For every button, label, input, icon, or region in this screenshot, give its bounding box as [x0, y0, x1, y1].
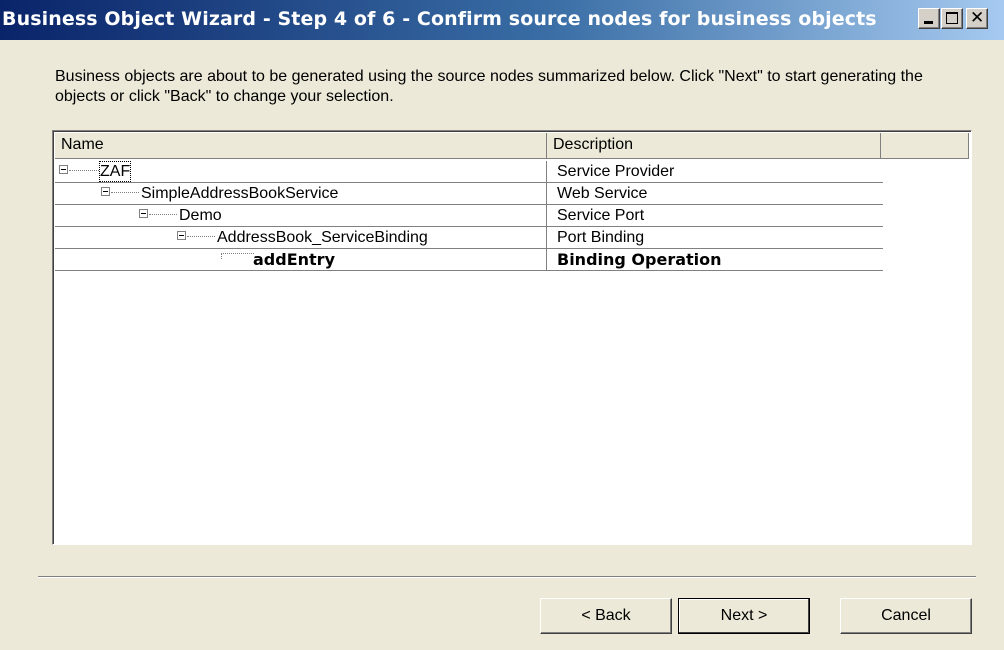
close-icon[interactable]: ✕ — [966, 8, 988, 29]
source-nodes-list[interactable]: Name Description ZAF Service Provider Si… — [52, 130, 972, 545]
intro-text: Business objects are about to be generat… — [55, 68, 923, 105]
collapse-icon[interactable] — [101, 187, 110, 196]
window-title: Business Object Wizard - Step 4 of 6 - C… — [2, 8, 877, 30]
tree-connector — [149, 214, 177, 215]
tree-row[interactable]: addEntry Binding Operation — [55, 249, 883, 271]
node-description: Web Service — [557, 185, 648, 202]
tree-row[interactable]: SimpleAddressBookService Web Service — [55, 183, 883, 205]
tree-node-label: AddressBook_ServiceBinding — [217, 229, 428, 246]
tree-node-label: ZAF — [99, 161, 132, 182]
node-description: Service Port — [557, 207, 645, 224]
column-header-description[interactable]: Description — [547, 133, 881, 159]
next-button[interactable]: Next > — [678, 598, 810, 634]
column-header-name[interactable]: Name — [55, 133, 547, 159]
tree-row[interactable]: AddressBook_ServiceBinding Port Binding — [55, 227, 883, 249]
collapse-icon[interactable] — [59, 165, 68, 174]
tree-connector — [69, 170, 99, 171]
title-bar[interactable]: Business Object Wizard - Step 4 of 6 - C… — [0, 0, 1004, 40]
button-separator — [38, 576, 976, 578]
wizard-window: Business Object Wizard - Step 4 of 6 - C… — [0, 0, 1004, 650]
tree-row[interactable]: Demo Service Port — [55, 205, 883, 227]
tree-connector — [111, 192, 139, 193]
cancel-button[interactable]: Cancel — [840, 598, 972, 634]
node-description: Binding Operation — [557, 250, 722, 269]
minimize-icon[interactable] — [918, 8, 940, 29]
tree-connector — [221, 253, 254, 259]
maximize-icon[interactable] — [941, 8, 963, 29]
tree-node-label: addEntry — [253, 250, 335, 269]
collapse-icon[interactable] — [139, 209, 148, 218]
tree-row[interactable]: ZAF Service Provider — [55, 161, 883, 183]
column-header-filler — [881, 133, 969, 159]
tree-node-label: Demo — [179, 207, 222, 224]
tree-node-label: SimpleAddressBookService — [141, 185, 339, 202]
back-button[interactable]: < Back — [540, 598, 672, 634]
node-description: Service Provider — [557, 163, 675, 180]
tree-connector — [187, 236, 215, 237]
collapse-icon[interactable] — [177, 231, 186, 240]
node-description: Port Binding — [557, 229, 645, 246]
